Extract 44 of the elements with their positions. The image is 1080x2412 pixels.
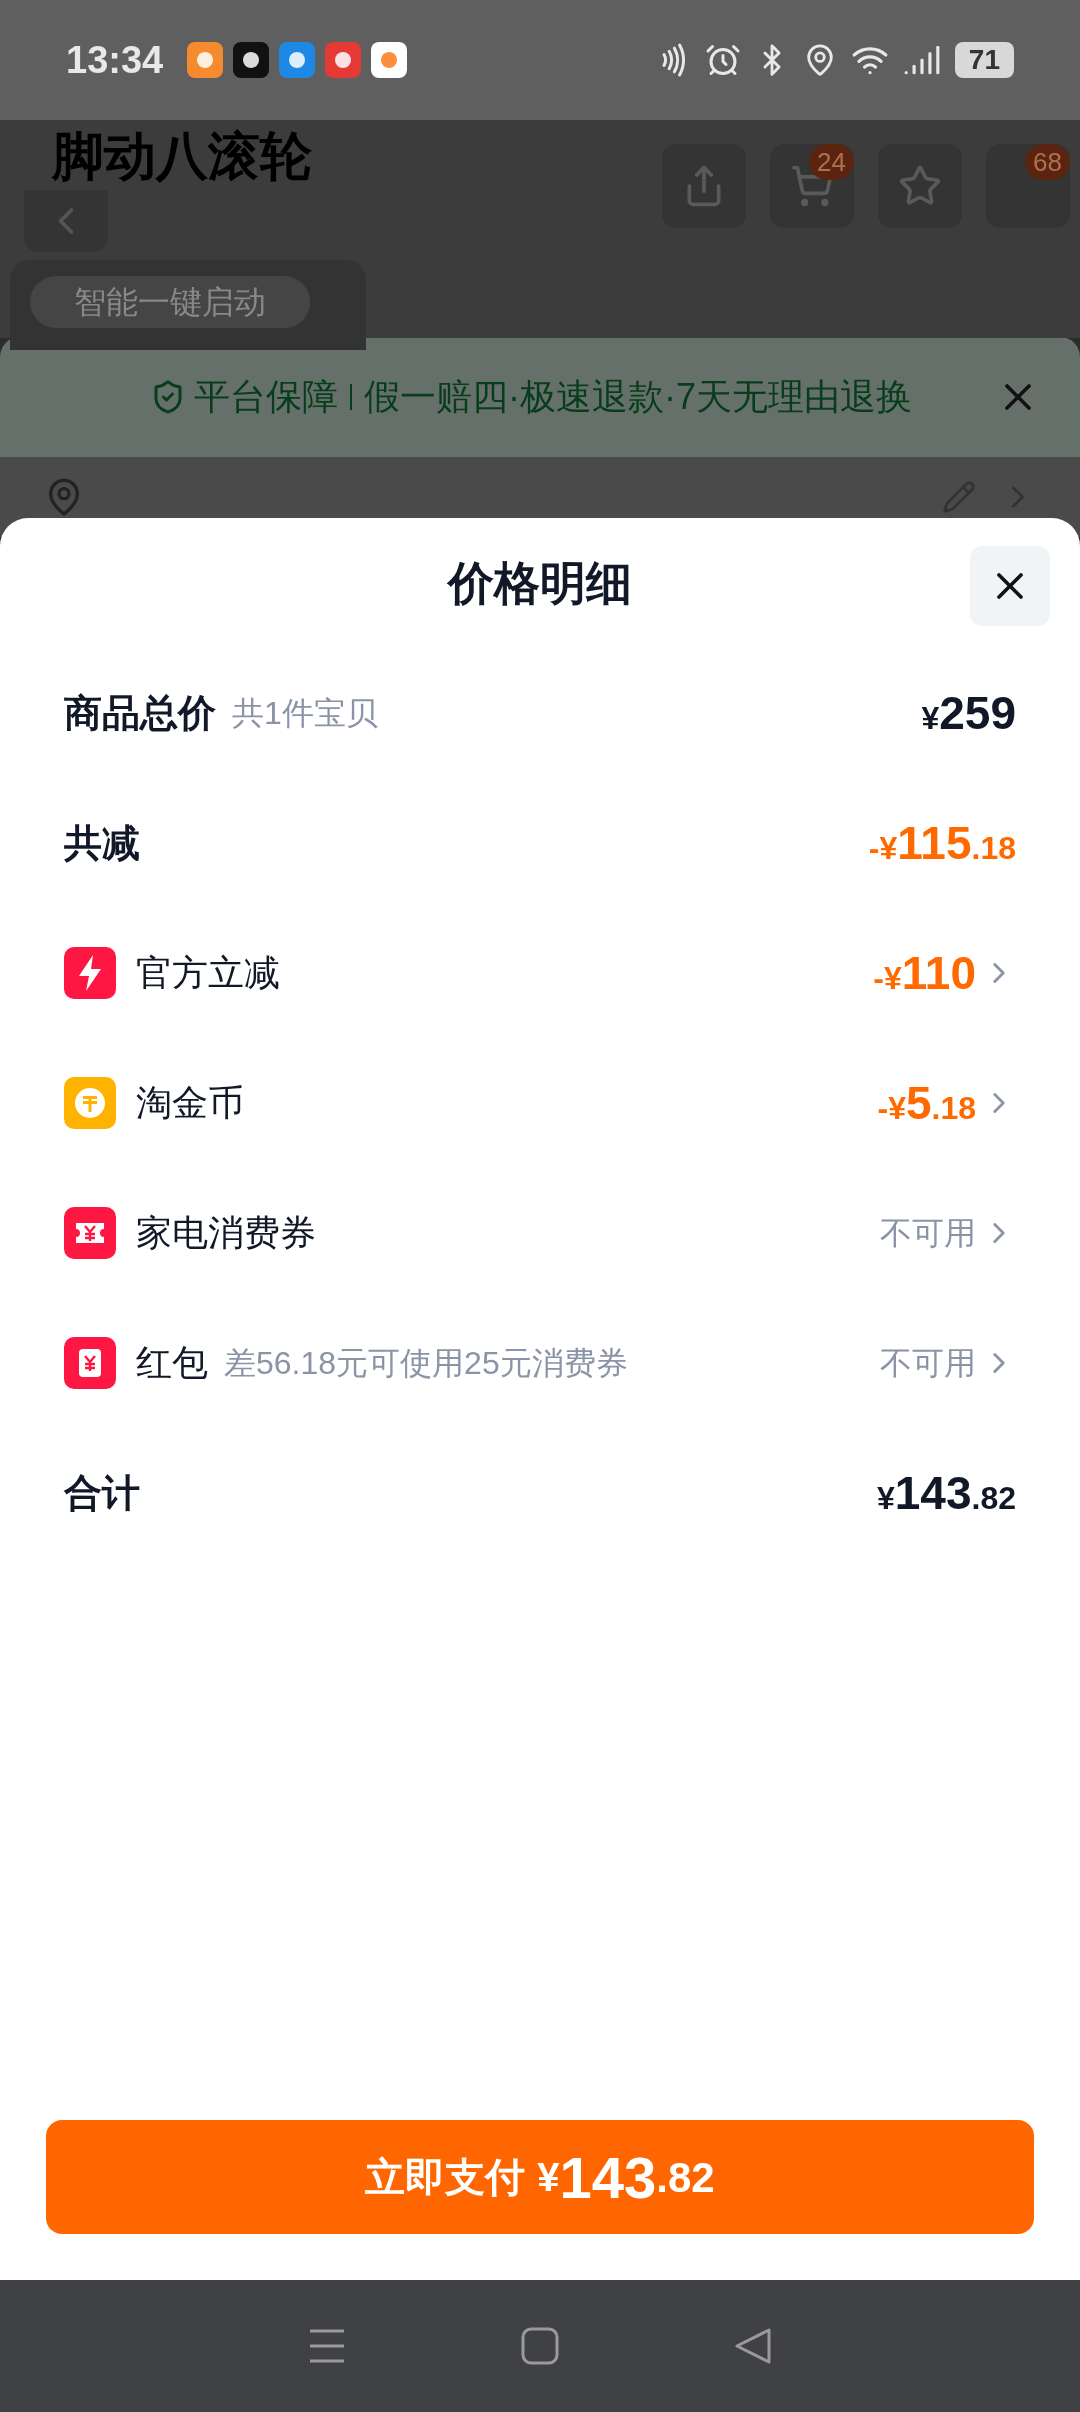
guarantee-label: 平台保障 xyxy=(194,375,338,419)
coin-icon xyxy=(64,1077,116,1129)
close-button[interactable] xyxy=(970,546,1050,626)
cart-badge: 24 xyxy=(809,144,854,180)
row-label: 家电消费券 xyxy=(136,1211,316,1255)
price: -¥110 xyxy=(873,945,976,1001)
row-label: 官方立减 xyxy=(136,951,280,995)
row-label: 红包 xyxy=(136,1341,208,1385)
cart-button[interactable]: 24 xyxy=(770,144,854,228)
alarm-icon xyxy=(704,42,741,78)
message-button[interactable]: 68 xyxy=(986,144,1070,228)
home-icon[interactable] xyxy=(521,2327,559,2365)
back-icon[interactable] xyxy=(734,2327,773,2365)
app-notification-icon xyxy=(371,42,408,78)
row-label: 合计 xyxy=(64,1470,140,1516)
message-badge: 68 xyxy=(1025,144,1070,180)
price: ¥143.82 xyxy=(876,1465,1016,1521)
favorite-button[interactable] xyxy=(878,144,962,228)
guarantee-details: 假一赔四·极速退款·7天无理由退换 xyxy=(364,375,912,419)
product-title: 脚动八滚轮 xyxy=(52,126,312,187)
clock-time: 13:34 xyxy=(66,37,164,83)
feature-tag: 智能一键启动 xyxy=(30,276,310,328)
status-text: 不可用 xyxy=(880,1214,976,1253)
price: ¥259 xyxy=(921,685,1016,741)
lightning-icon xyxy=(64,947,116,999)
row-note: 共1件宝贝 xyxy=(232,694,378,733)
sheet-title: 价格明细 xyxy=(448,555,632,611)
row-label: 商品总价 xyxy=(64,690,216,736)
envelope-icon xyxy=(64,1337,116,1389)
status-text: 不可用 xyxy=(880,1344,976,1383)
pay-now-button[interactable]: 立即支付 ¥143.82 xyxy=(46,2120,1034,2234)
battery-level: 71 xyxy=(954,42,1014,78)
app-notification-icon xyxy=(187,42,224,78)
ticket-icon xyxy=(64,1207,116,1259)
app-notification-icon xyxy=(279,42,316,78)
app-notification-icon xyxy=(233,42,270,78)
price: -¥115.18 xyxy=(868,815,1016,871)
row-label: 淘金币 xyxy=(136,1081,244,1125)
row-label: 共减 xyxy=(64,820,140,866)
price: -¥5.18 xyxy=(877,1075,976,1131)
app-notification-icon xyxy=(325,42,362,78)
menu-icon[interactable] xyxy=(307,2328,346,2364)
row-note: 差56.18元可使用25元消费券 xyxy=(224,1344,628,1383)
share-button[interactable] xyxy=(662,144,746,228)
